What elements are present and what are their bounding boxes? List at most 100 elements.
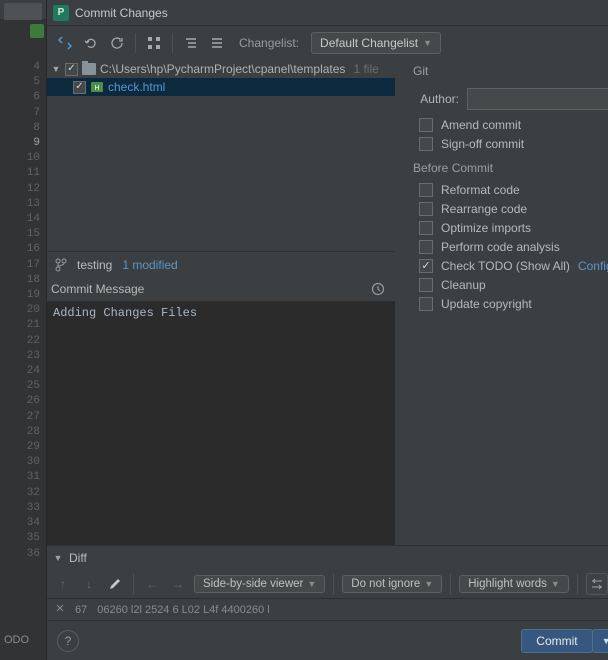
gutter-icons — [30, 24, 44, 42]
expand-triangle-icon[interactable]: ▼ — [51, 64, 61, 74]
group-icon[interactable] — [144, 33, 164, 53]
branch-bar: testing 1 modified — [47, 251, 395, 277]
branch-icon — [55, 258, 67, 272]
reformat-checkbox[interactable] — [419, 183, 433, 197]
update-row[interactable]: Update copyright — [413, 297, 608, 311]
commit-message-header: Commit Message — [47, 277, 395, 301]
rearrange-row[interactable]: Rearrange code — [413, 202, 608, 216]
viewer-select[interactable]: Side-by-side viewer ▼ — [194, 575, 325, 593]
update-label: Update copyright — [441, 297, 532, 311]
back-icon[interactable]: ← — [142, 574, 162, 594]
next-diff-icon[interactable]: ↓ — [79, 574, 99, 594]
folder-icon — [82, 63, 96, 75]
undo-icon[interactable] — [81, 33, 101, 53]
signoff-checkbox[interactable] — [419, 137, 433, 151]
todo-label: Check TODO (Show All) — [441, 259, 570, 273]
file-tree[interactable]: ▼ C:\Users\hp\PycharmProject\cpanel\temp… — [47, 60, 395, 251]
right-panel: Git Author: Amend commit Sign-off commit… — [395, 60, 608, 545]
file-count: 1 file — [353, 62, 378, 76]
todo-row[interactable]: Check TODO (Show All) Configure — [413, 259, 608, 273]
diff-toolbar: ↑ ↓ ← → Side-by-side viewer ▼ Do not ign… — [47, 570, 608, 598]
editor-tabs-area — [0, 0, 46, 20]
bottom-tab[interactable]: ODO — [4, 634, 29, 646]
optimize-label: Optimize imports — [441, 221, 531, 235]
toolbar: Changelist: Default Changelist ▼ — [47, 26, 608, 60]
modified-count[interactable]: 1 modified — [122, 258, 177, 272]
commit-dialog: P Commit Changes ✕ Changelist: Default C… — [46, 0, 608, 660]
update-checkbox[interactable] — [419, 297, 433, 311]
diff-status-left — [55, 603, 65, 616]
changelist-select[interactable]: Default Changelist ▼ — [311, 32, 441, 54]
author-row: Author: — [413, 88, 608, 110]
author-input[interactable] — [467, 88, 608, 110]
whitespace-select[interactable]: Do not ignore ▼ — [342, 575, 442, 593]
run-icon[interactable] — [30, 24, 44, 38]
amend-checkbox[interactable] — [419, 118, 433, 132]
rearrange-label: Rearrange code — [441, 202, 527, 216]
optimize-checkbox[interactable] — [419, 221, 433, 235]
html-file-icon: H — [90, 80, 104, 94]
analysis-row[interactable]: Perform code analysis — [413, 240, 608, 254]
chevron-down-icon: ▼ — [602, 636, 608, 646]
edit-icon[interactable] — [105, 574, 125, 594]
diff-title: Diff — [69, 551, 87, 565]
commit-button[interactable]: Commit — [521, 629, 592, 653]
reformat-label: Reformat code — [441, 183, 520, 197]
app-icon: P — [53, 5, 69, 21]
help-button[interactable]: ? — [57, 630, 79, 652]
diff-status-bar: 67 06260 l2l 2524 6 L02 L4f 4400260 l V — [47, 598, 608, 620]
changelist-label: Changelist: — [239, 36, 299, 50]
chevron-down-icon: ▼ — [551, 579, 560, 589]
configure-link[interactable]: Configure — [578, 259, 608, 273]
diff-section: ▼ Diff ↑ ↓ ← → Side-by-side viewer ▼ Do … — [47, 545, 608, 620]
directory-checkbox[interactable] — [65, 63, 78, 76]
collapse-icon[interactable] — [207, 33, 227, 53]
chevron-down-icon: ▼ — [423, 38, 432, 48]
forward-icon[interactable]: → — [168, 574, 188, 594]
cleanup-label: Cleanup — [441, 278, 486, 292]
dialog-title: Commit Changes — [75, 6, 168, 20]
optimize-row[interactable]: Optimize imports — [413, 221, 608, 235]
vcs-heading: Git — [413, 64, 608, 78]
tree-file-row[interactable]: H check.html — [47, 78, 395, 96]
titlebar: P Commit Changes ✕ — [47, 0, 608, 26]
reload-icon[interactable] — [107, 33, 127, 53]
prev-diff-icon[interactable]: ↑ — [53, 574, 73, 594]
collapse-unchanged-icon[interactable] — [586, 573, 608, 595]
signoff-label: Sign-off commit — [441, 137, 524, 151]
diff-expand-icon[interactable]: ▼ — [53, 553, 63, 563]
cleanup-row[interactable]: Cleanup — [413, 278, 608, 292]
expand-icon[interactable] — [181, 33, 201, 53]
file-name: check.html — [108, 80, 165, 94]
chevron-down-icon: ▼ — [424, 579, 433, 589]
refresh-icon[interactable] — [55, 33, 75, 53]
file-checkbox[interactable] — [73, 81, 86, 94]
branch-name[interactable]: testing — [77, 258, 112, 272]
amend-label: Amend commit — [441, 118, 521, 132]
changelist-value: Default Changelist — [320, 36, 418, 50]
tree-directory-row[interactable]: ▼ C:\Users\hp\PycharmProject\cpanel\temp… — [47, 60, 395, 78]
rearrange-checkbox[interactable] — [419, 202, 433, 216]
author-label: Author: — [413, 92, 459, 106]
cleanup-checkbox[interactable] — [419, 278, 433, 292]
chevron-down-icon: ▼ — [307, 579, 316, 589]
commit-split-button[interactable]: ▼ — [592, 629, 608, 653]
line-numbers: 4567891011121314151617181920212223242526… — [27, 60, 40, 562]
analysis-checkbox[interactable] — [419, 240, 433, 254]
analysis-label: Perform code analysis — [441, 240, 560, 254]
editor-file-tab[interactable] — [4, 3, 42, 20]
commit-message-label: Commit Message — [51, 282, 144, 296]
commit-message-input[interactable]: Adding Changes Files — [47, 301, 395, 545]
svg-text:H: H — [94, 85, 99, 92]
dialog-footer: ? Commit ▼ Cancel — [47, 620, 608, 660]
reformat-row[interactable]: Reformat code — [413, 183, 608, 197]
signoff-row[interactable]: Sign-off commit — [413, 137, 608, 151]
todo-checkbox[interactable] — [419, 259, 433, 273]
history-icon[interactable] — [371, 282, 391, 296]
highlight-select[interactable]: Highlight words ▼ — [459, 575, 569, 593]
amend-row[interactable]: Amend commit — [413, 118, 608, 132]
editor-gutter: 4567891011121314151617181920212223242526… — [0, 0, 46, 660]
before-commit-heading: Before Commit — [413, 161, 608, 175]
diff-header[interactable]: ▼ Diff — [47, 546, 608, 570]
directory-path: C:\Users\hp\PycharmProject\cpanel\templa… — [100, 62, 345, 76]
